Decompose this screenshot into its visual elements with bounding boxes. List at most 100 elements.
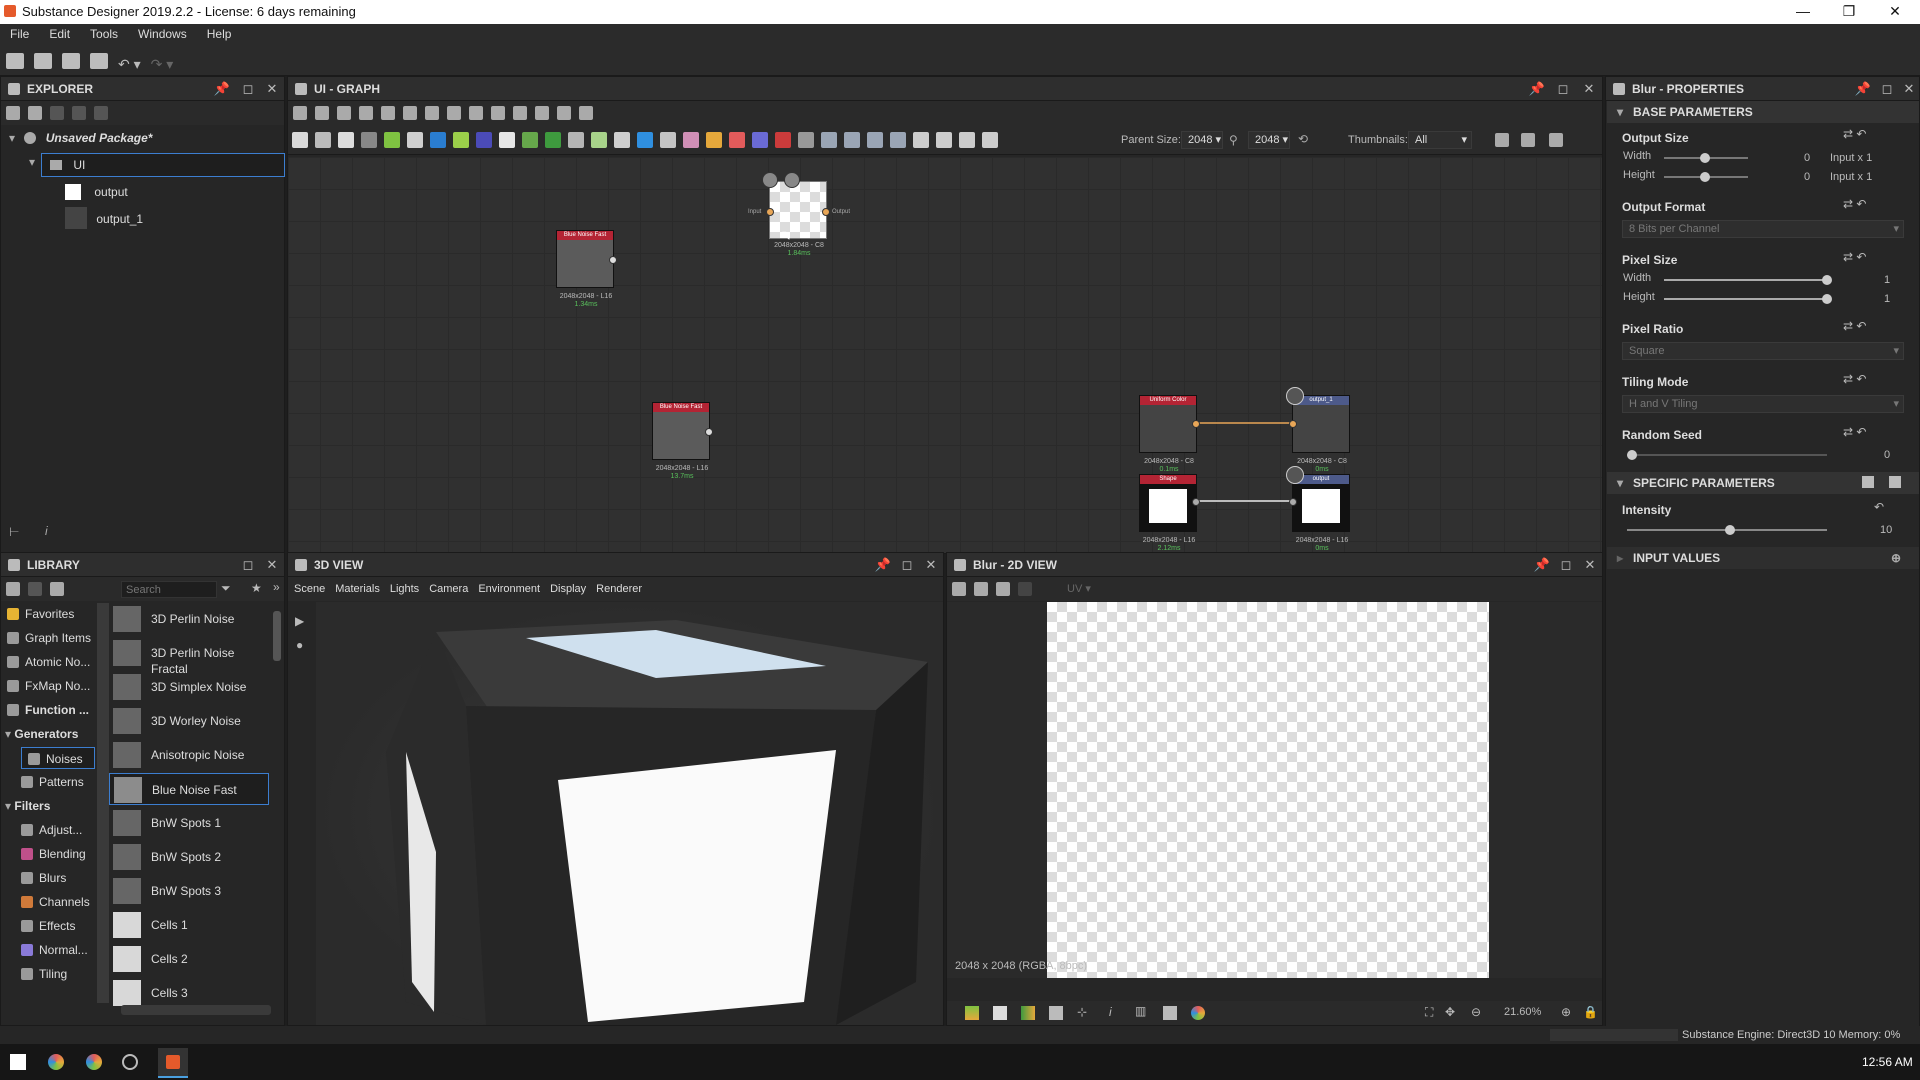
pixel-height-slider[interactable] xyxy=(1664,294,1832,304)
new-icon[interactable] xyxy=(28,106,42,120)
output-port[interactable] xyxy=(705,428,713,436)
graph-row[interactable]: UI xyxy=(41,153,285,177)
library-search-input[interactable] xyxy=(121,581,217,598)
frame-icon[interactable] xyxy=(293,106,307,120)
transform-node-icon[interactable] xyxy=(430,132,446,148)
link-icon[interactable] xyxy=(469,106,483,120)
output-width-value[interactable]: 0 xyxy=(1804,152,1810,164)
comment-icon[interactable] xyxy=(447,106,461,120)
output-port[interactable] xyxy=(609,256,617,264)
open-icon[interactable] xyxy=(62,53,80,69)
redo-icon[interactable]: ↷ ▾ xyxy=(151,56,174,72)
graph-node[interactable]: Shape 2048x2048 - L16 2.12ms xyxy=(1139,474,1200,552)
pixel-height-value[interactable]: 1 xyxy=(1884,293,1890,305)
zoom-in-icon[interactable]: ⊕ xyxy=(1561,1005,1571,1019)
random-seed-value[interactable]: 0 xyxy=(1884,449,1890,461)
settings-icon[interactable] xyxy=(94,106,108,120)
library-item[interactable]: BnW Spots 3 xyxy=(109,875,269,907)
menu-camera[interactable]: Camera xyxy=(429,583,468,595)
collapse-arrow-icon[interactable]: ▾ xyxy=(29,155,35,169)
menu-materials[interactable]: Materials xyxy=(335,583,380,595)
layout-icon[interactable] xyxy=(1018,582,1032,596)
graph-node[interactable]: Uniform Color 2048x2048 - C8 0.1ms xyxy=(1139,395,1200,473)
publish-icon[interactable] xyxy=(72,106,86,120)
info-icon[interactable]: i xyxy=(1109,1005,1112,1019)
align-icon[interactable] xyxy=(403,106,417,120)
light-icon[interactable]: ● xyxy=(296,638,303,652)
library-item[interactable]: 3D Perlin Noise Fractal xyxy=(109,637,269,676)
channels-icon[interactable] xyxy=(1021,1006,1035,1020)
close-icon[interactable]: ✕ xyxy=(1900,77,1918,101)
info-icon[interactable] xyxy=(359,106,373,120)
app-icon[interactable] xyxy=(122,1054,138,1070)
close-icon[interactable]: ✕ xyxy=(1580,77,1598,101)
rotate-icon[interactable] xyxy=(513,106,527,120)
pixel-processor-icon[interactable] xyxy=(752,132,768,148)
library-item[interactable]: Blue Noise Fast xyxy=(109,773,269,805)
screenshot-icon[interactable] xyxy=(1163,1006,1177,1020)
emboss-node-icon[interactable] xyxy=(522,132,538,148)
expand-icon[interactable]: » xyxy=(273,580,280,594)
snapshot-icon[interactable] xyxy=(557,106,571,120)
value-node-icon[interactable] xyxy=(867,132,883,148)
normal-node-icon[interactable] xyxy=(476,132,492,148)
param-link-icon[interactable]: ⇄ ↶ xyxy=(1843,250,1866,264)
3d-viewport[interactable] xyxy=(316,602,943,1025)
favorite-add-icon[interactable]: ★ xyxy=(251,581,262,595)
slider-knob[interactable] xyxy=(1700,153,1710,163)
filter-icon[interactable]: ⏷ xyxy=(221,581,231,596)
graph-node[interactable]: Blue Noise Fast 2048x2048 - L16 1.34ms xyxy=(556,230,617,308)
maximize-button[interactable]: ❐ xyxy=(1826,0,1872,24)
library-item[interactable]: Cells 1 xyxy=(109,909,269,941)
export-icon[interactable] xyxy=(952,582,966,596)
reset-param-icon[interactable]: ↶ xyxy=(1874,500,1884,514)
close-icon[interactable]: ✕ xyxy=(922,553,940,577)
float-icon[interactable]: ◻ xyxy=(1554,77,1572,101)
float-icon[interactable]: ◻ xyxy=(1557,553,1575,577)
center-icon[interactable]: ✥ xyxy=(1445,1005,1455,1019)
shuffle-node-icon[interactable] xyxy=(361,132,377,148)
new-folder-icon[interactable] xyxy=(6,582,20,596)
save-icon[interactable] xyxy=(974,582,988,596)
input-values-header[interactable]: ▸ INPUT VALUES ⊕ xyxy=(1607,547,1919,569)
export-preset-icon[interactable] xyxy=(1889,476,1901,488)
tool-icon[interactable] xyxy=(535,106,549,120)
blend-node-icon[interactable] xyxy=(338,132,354,148)
histogram-icon[interactable]: ▥ xyxy=(1135,1004,1146,1018)
checker-icon[interactable] xyxy=(993,1006,1007,1020)
menu-lights[interactable]: Lights xyxy=(390,583,419,595)
browser-icon[interactable] xyxy=(86,1054,102,1070)
graph-node[interactable]: output_1 2048x2048 - C8 0ms xyxy=(1286,387,1350,473)
svg-node-icon[interactable] xyxy=(315,132,331,148)
curve-node-icon[interactable] xyxy=(384,132,400,148)
dir-warp-node-icon[interactable] xyxy=(683,132,699,148)
input-port[interactable] xyxy=(1289,498,1297,506)
frame-node-icon[interactable] xyxy=(890,132,906,148)
menu-display[interactable]: Display xyxy=(550,583,586,595)
param-link-icon[interactable]: ⇄ ↶ xyxy=(1843,372,1866,386)
minimize-button[interactable]: — xyxy=(1780,0,1826,24)
close-icon[interactable]: ✕ xyxy=(263,77,281,101)
slider-knob[interactable] xyxy=(1822,294,1832,304)
zoom-out-icon[interactable]: ⊖ xyxy=(1471,1005,1481,1019)
2d-viewport[interactable]: 2048 x 2048 (RGBA, 8bpc) xyxy=(947,602,1602,978)
zoom-level[interactable]: 21.60% xyxy=(1504,1006,1541,1018)
copy-icon[interactable] xyxy=(996,582,1010,596)
reset-icon[interactable]: ⟲ xyxy=(1298,132,1308,146)
input-node-icon[interactable] xyxy=(821,132,837,148)
crop-icon[interactable] xyxy=(579,106,593,120)
tile-node-icon[interactable] xyxy=(499,132,515,148)
dot-node-icon[interactable] xyxy=(936,132,952,148)
curve-icon[interactable] xyxy=(491,106,505,120)
new-package-icon[interactable] xyxy=(6,53,24,69)
tree-icon[interactable]: ⊢ xyxy=(9,525,19,539)
output-port[interactable] xyxy=(1192,498,1200,506)
windows-start-icon[interactable] xyxy=(10,1054,26,1070)
layers-icon[interactable] xyxy=(965,1006,979,1020)
link-size-icon[interactable]: ⚲ xyxy=(1229,133,1238,147)
pin-icon[interactable]: 📌 xyxy=(1528,77,1546,101)
output-port[interactable] xyxy=(822,208,830,216)
pixel-width-value[interactable]: 1 xyxy=(1884,274,1890,286)
param-link-icon[interactable]: ⇄ ↶ xyxy=(1843,127,1866,141)
chrome-icon[interactable] xyxy=(48,1054,64,1070)
